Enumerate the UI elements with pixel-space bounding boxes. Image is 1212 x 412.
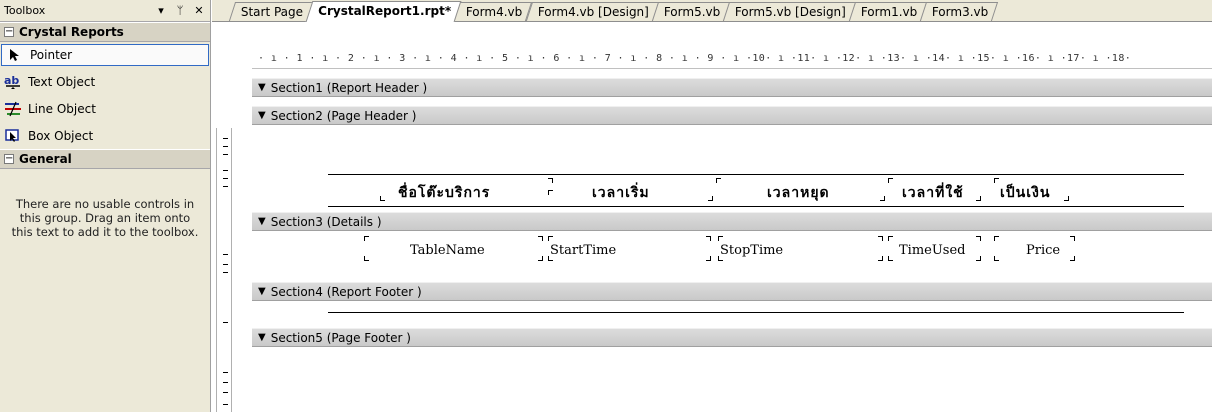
collapse-icon[interactable]: − [4, 27, 14, 37]
page-header-band[interactable]: ชื่อโต๊ะบริการ เวลาเริ่ม เวลาหยุด เวลาที… [252, 126, 1212, 210]
column-header-stop-time[interactable]: เวลาหยุด [767, 182, 830, 204]
toolbox-group-crystal-reports[interactable]: − Crystal Reports [0, 22, 210, 42]
collapse-triangle-icon[interactable]: ▼ [258, 286, 266, 297]
field-stop-time[interactable]: StopTime [720, 243, 783, 258]
column-header-table-name[interactable]: ชื่อโต๊ะบริการ [398, 182, 490, 204]
item-label: Box Object [28, 128, 94, 143]
report-footer-band[interactable] [252, 302, 1212, 326]
toolbox-item-box-object[interactable]: Box Object [0, 122, 210, 149]
report-designer[interactable]: · ı · 1 · ı · 2 · ı · 3 · ı · 4 · ı · 5 … [212, 22, 1212, 412]
group-label: Crystal Reports [19, 25, 124, 39]
pin-icon[interactable]: ᛘ [172, 4, 188, 17]
field-price[interactable]: Price [1026, 243, 1060, 258]
column-header-time-used[interactable]: เวลาที่ใช้ [902, 182, 964, 204]
section-details[interactable]: ▼ Section3 (Details ) [252, 212, 1212, 231]
ruler-scale: · ı · 1 · ı · 2 · ı · 3 · ı · 4 · ı · 5 … [258, 53, 1132, 64]
tab-form4-design[interactable]: Form4.vb [Design] [525, 2, 659, 21]
toolbox-empty-message[interactable]: There are no usable controls in this gro… [0, 169, 210, 239]
field-table-name[interactable]: TableName [410, 243, 485, 258]
details-band[interactable]: TableName StartTime StopTime TimeUsed Pr… [252, 232, 1212, 284]
collapse-triangle-icon[interactable]: ▼ [258, 216, 266, 227]
tab-form3-vb[interactable]: Form3.vb [920, 2, 999, 21]
section-report-header[interactable]: ▼ Section1 (Report Header ) [252, 78, 1212, 97]
page-footer-band[interactable] [252, 348, 1212, 412]
close-icon[interactable]: ✕ [191, 4, 207, 17]
header-bottom-line [328, 206, 1184, 207]
item-label: Line Object [28, 101, 96, 116]
item-label: Text Object [28, 74, 96, 89]
tab-form1-vb[interactable]: Form1.vb [848, 2, 928, 21]
toolbox-group-general[interactable]: − General [0, 149, 210, 169]
tab-form5-vb[interactable]: Form5.vb [651, 2, 731, 21]
pointer-icon [6, 47, 24, 63]
horizontal-ruler[interactable]: · ı · 1 · ı · 2 · ı · 3 · ı · 4 · ı · 5 … [252, 51, 1212, 69]
text-object-icon: ab [4, 74, 22, 90]
field-start-time[interactable]: StartTime [550, 243, 616, 258]
dropdown-icon[interactable]: ▾ [153, 4, 169, 17]
section-label: Section4 (Report Footer ) [270, 284, 422, 299]
vertical-ruler[interactable] [216, 128, 232, 412]
toolbox-panel: Toolbox ▾ ᛘ ✕ − Crystal Reports Pointer … [0, 0, 211, 412]
svg-text:ab: ab [4, 74, 19, 87]
field-time-used[interactable]: TimeUsed [899, 243, 966, 258]
section-page-footer[interactable]: ▼ Section5 (Page Footer ) [252, 328, 1212, 347]
toolbox-item-text-object[interactable]: ab Text Object [0, 68, 210, 95]
document-tab-bar: Start Page CrystalReport1.rpt* Form4.vb … [212, 0, 1212, 22]
box-object-icon [4, 128, 22, 144]
toolbox-title-bar: Toolbox ▾ ᛘ ✕ [0, 0, 210, 22]
section-page-header[interactable]: ▼ Section2 (Page Header ) [252, 106, 1212, 125]
toolbox-title: Toolbox [4, 4, 46, 17]
collapse-triangle-icon[interactable]: ▼ [258, 332, 266, 343]
toolbox-item-line-object[interactable]: Line Object [0, 95, 210, 122]
collapse-triangle-icon[interactable]: ▼ [258, 110, 266, 121]
tab-start-page[interactable]: Start Page [228, 2, 314, 21]
header-top-line [328, 174, 1184, 175]
section-label: Section5 (Page Footer ) [270, 330, 411, 345]
tab-crystalreport1[interactable]: CrystalReport1.rpt* [305, 1, 462, 22]
collapse-icon[interactable]: − [4, 154, 14, 164]
section-label: Section1 (Report Header ) [270, 80, 428, 95]
line-object-icon [4, 101, 22, 117]
section-report-footer[interactable]: ▼ Section4 (Report Footer ) [252, 282, 1212, 301]
group-label: General [19, 152, 72, 166]
item-label: Pointer [30, 48, 73, 62]
tab-form5-design[interactable]: Form5.vb [Design] [722, 2, 857, 21]
column-header-start-time[interactable]: เวลาเริ่ม [592, 182, 650, 204]
toolbox-item-pointer[interactable]: Pointer [1, 44, 209, 66]
footer-line [328, 312, 1184, 313]
section-label: Section2 (Page Header ) [270, 108, 417, 123]
tab-form4-vb[interactable]: Form4.vb [454, 2, 533, 21]
column-header-price[interactable]: เป็นเงิน [1000, 182, 1050, 204]
section-label: Section3 (Details ) [270, 214, 382, 229]
collapse-triangle-icon[interactable]: ▼ [258, 82, 266, 93]
